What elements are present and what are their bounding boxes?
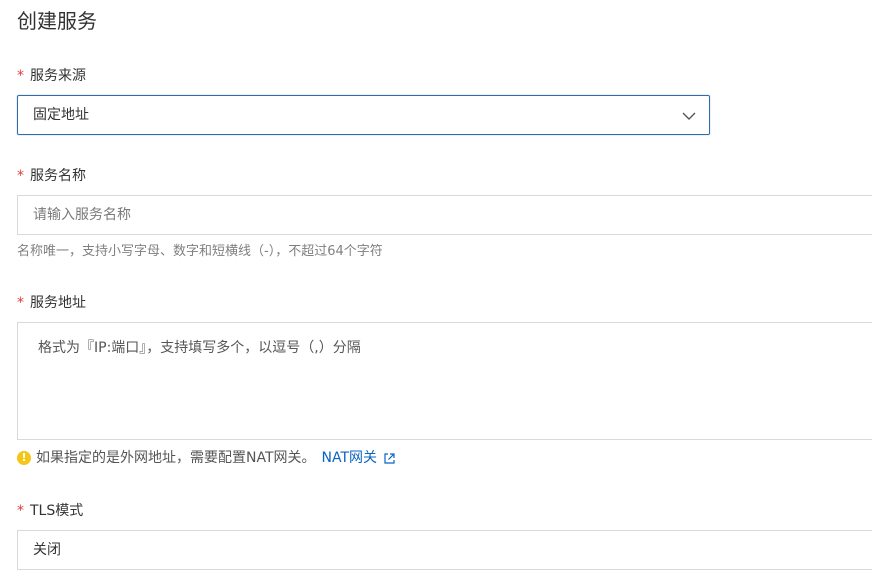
service-source-value: 固定地址	[33, 107, 89, 123]
warning-icon: !	[17, 451, 31, 465]
required-mark: *	[17, 168, 24, 184]
create-service-page: 创建服务 * 服务来源 固定地址 * 服务名称 请输入服务名称 名称唯一，支持小写字…	[0, 0, 872, 588]
service-address-label-text: 服务地址	[30, 295, 86, 311]
required-mark: *	[17, 68, 24, 84]
service-address-label: * 服务地址	[17, 294, 86, 312]
service-name-placeholder: 请输入服务名称	[33, 207, 131, 223]
tls-mode-label: * TLS模式	[17, 502, 83, 520]
required-mark: *	[17, 295, 24, 311]
service-name-label: * 服务名称	[17, 167, 86, 185]
required-mark: *	[17, 503, 24, 519]
service-address-textarea[interactable]: 格式为『IP:端口』，支持填写多个，以逗号（,）分隔	[17, 322, 872, 440]
service-name-label-text: 服务名称	[30, 168, 86, 184]
service-source-label: * 服务来源	[17, 67, 86, 85]
page-title: 创建服务	[17, 9, 97, 33]
nat-gateway-link[interactable]: NAT网关	[322, 449, 378, 467]
tls-mode-value: 关闭	[33, 542, 61, 558]
chevron-down-icon	[682, 112, 696, 120]
external-link-icon[interactable]	[383, 452, 396, 465]
nat-notice: ! 如果指定的是外网地址，需要配置NAT网关。 NAT网关	[17, 449, 396, 467]
nat-notice-text: 如果指定的是外网地址，需要配置NAT网关。	[36, 450, 316, 466]
tls-mode-select[interactable]: 关闭	[17, 530, 872, 570]
service-name-input[interactable]: 请输入服务名称	[17, 195, 872, 235]
tls-mode-label-text: TLS模式	[30, 503, 84, 519]
service-source-select[interactable]: 固定地址	[17, 95, 710, 135]
service-source-label-text: 服务来源	[30, 68, 86, 84]
service-address-placeholder: 格式为『IP:端口』，支持填写多个，以逗号（,）分隔	[38, 340, 361, 356]
service-name-help: 名称唯一，支持小写字母、数字和短横线（-），不超过64个字符	[17, 244, 383, 259]
